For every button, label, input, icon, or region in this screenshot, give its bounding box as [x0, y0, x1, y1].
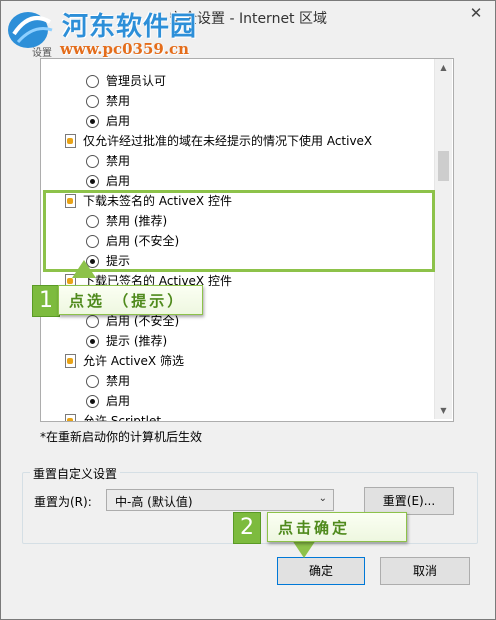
- radio-button-checked[interactable]: [86, 335, 99, 348]
- reset-level-select[interactable]: 中-高 (默认值) ⌄: [106, 489, 334, 511]
- radio-option-label: 管理员认可: [106, 74, 167, 88]
- chevron-down-icon: ⌄: [318, 493, 327, 504]
- setting-group-label: 仅允许经过批准的域在未经提示的情况下使用 ActiveX: [83, 134, 373, 148]
- scroll-down-icon[interactable]: ▼: [435, 402, 452, 419]
- radio-button-checked[interactable]: [86, 115, 99, 128]
- radio-button[interactable]: [86, 315, 99, 328]
- watermark-small-text: 设置: [32, 48, 52, 59]
- radio-button-checked[interactable]: [86, 175, 99, 188]
- reset-level-value: 中-高 (默认值): [115, 495, 193, 509]
- radio-option-label: 启用: [106, 174, 131, 188]
- radio-button[interactable]: [86, 155, 99, 168]
- setting-group-label: 允许 ActiveX 筛选: [83, 354, 184, 368]
- ok-button[interactable]: 确定: [277, 557, 365, 585]
- reset-to-label: 重置为(R):: [34, 495, 92, 509]
- setting-document-icon: [65, 414, 76, 421]
- setting-document-icon: [65, 134, 76, 148]
- step1-badge: 1: [32, 285, 60, 317]
- step1-callout: 点选 （提示）: [58, 285, 203, 315]
- step1-callout-pointer: [72, 260, 96, 278]
- step2-callout: 点击确定: [267, 512, 407, 542]
- radio-option-label: 禁用: [106, 374, 131, 388]
- reset-button[interactable]: 重置(E)...: [364, 487, 454, 515]
- highlight-box: [43, 190, 435, 272]
- setting-document-icon: [65, 354, 76, 368]
- radio-option-label: 启用: [106, 394, 131, 408]
- settings-scrollbar[interactable]: ▲ ▼: [434, 59, 452, 419]
- radio-button[interactable]: [86, 75, 99, 88]
- close-button[interactable]: ✕: [462, 2, 490, 24]
- radio-button[interactable]: [86, 95, 99, 108]
- watermark-site-name: 河东软件园: [62, 12, 198, 42]
- step2-badge: 2: [233, 512, 261, 544]
- radio-option-label: 禁用: [106, 94, 131, 108]
- radio-option-label: 禁用: [106, 154, 131, 168]
- restart-note: *在重新启动你的计算机后生效: [40, 430, 203, 444]
- radio-option-label: 启用: [106, 114, 131, 128]
- radio-button[interactable]: [86, 375, 99, 388]
- radio-button-checked[interactable]: [86, 395, 99, 408]
- watermark-url: www.pc0359.cn: [60, 40, 190, 58]
- radio-option-label: 提示 (推荐): [106, 334, 168, 348]
- cancel-button[interactable]: 取消: [380, 557, 470, 585]
- setting-group-label: 允许 Scriptlet: [83, 414, 162, 422]
- scroll-up-icon[interactable]: ▲: [435, 59, 452, 76]
- scroll-thumb[interactable]: [438, 151, 449, 181]
- reset-group-label: 重置自定义设置: [30, 465, 121, 482]
